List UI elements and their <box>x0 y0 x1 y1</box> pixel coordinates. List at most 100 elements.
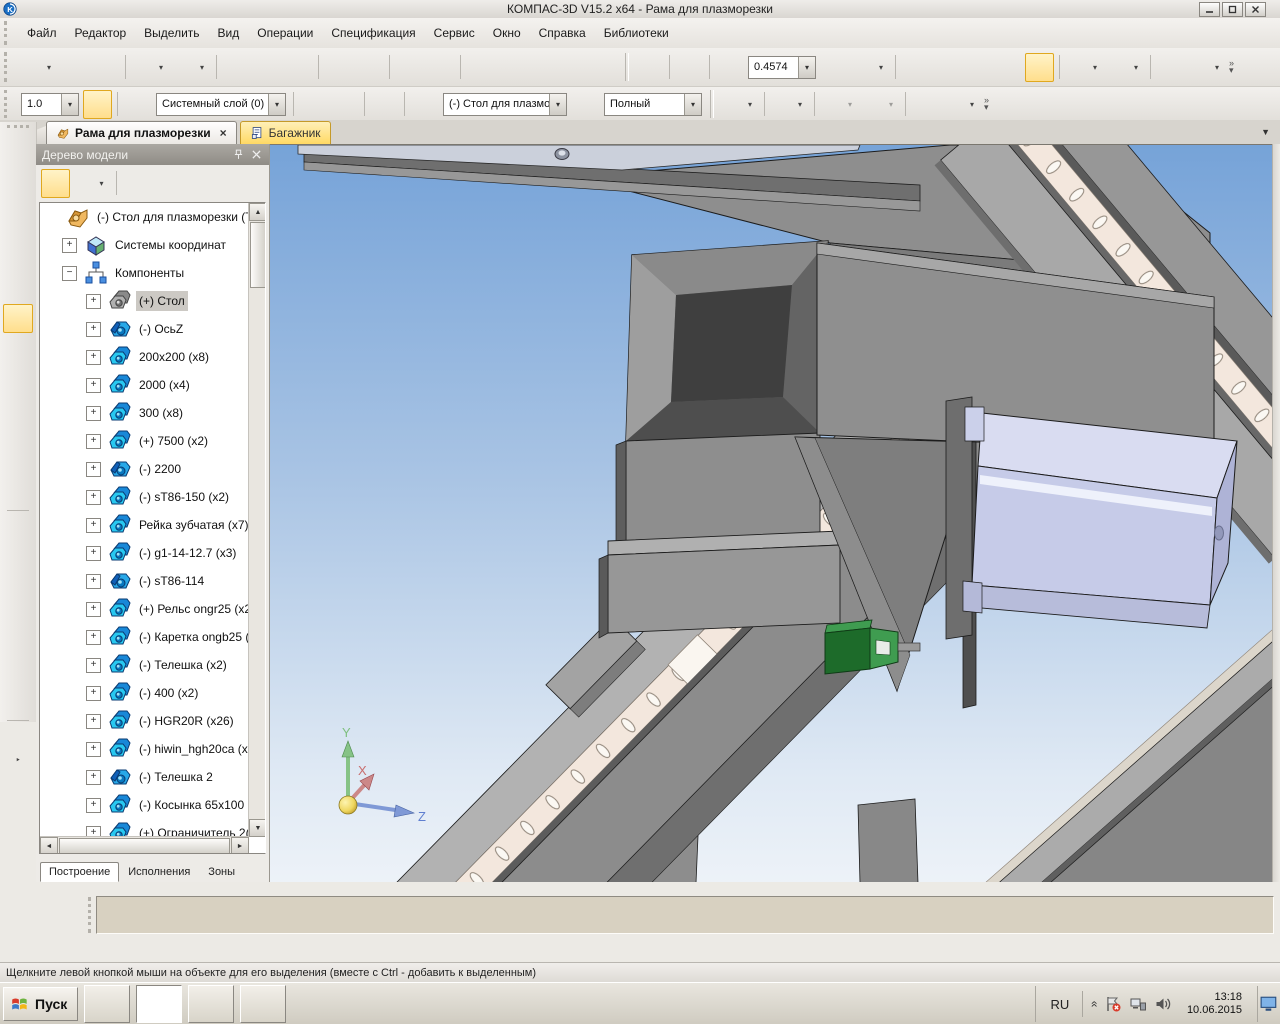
tree-item[interactable]: + (-) Косынка 65x100 ( <box>40 791 249 819</box>
tree-relations-button[interactable] <box>153 169 182 198</box>
taskbar-kompas-button[interactable] <box>136 985 183 1023</box>
tree-expand-toggle[interactable]: − <box>62 265 77 281</box>
perpendicular-plane-button[interactable] <box>3 543 33 572</box>
dimension-tolerance-button[interactable] <box>942 90 981 119</box>
layer-dropdown[interactable]: ▾ <box>268 93 285 115</box>
restore-button[interactable] <box>1222 2 1243 17</box>
tree-item[interactable]: + 200x200 (x8) <box>40 343 249 371</box>
tree-expand-toggle[interactable]: + <box>86 489 101 505</box>
new-document-button[interactable] <box>19 53 58 82</box>
tree-item[interactable]: + 2000 (x4) <box>40 371 249 399</box>
tray-expand-icon[interactable]: » <box>1087 1001 1101 1008</box>
tree-expand-toggle[interactable]: + <box>86 713 101 729</box>
pin-panel-icon[interactable] <box>232 148 245 161</box>
layers-button[interactable] <box>123 90 152 119</box>
zoom-window-button[interactable] <box>675 53 704 82</box>
tree-item[interactable]: + (-) hiwin_hgh20ca (x4 <box>40 735 249 763</box>
wireframe-mode-button[interactable] <box>901 53 930 82</box>
tree-item[interactable]: + (-) Телешка (x2) <box>40 651 249 679</box>
taskbar-chrome-button[interactable] <box>84 985 131 1023</box>
layer-combo[interactable]: Системный слой (0) ▾ <box>156 92 286 116</box>
current-component-combo[interactable]: (-) Стол для плазмо ▾ <box>443 92 567 116</box>
display-simplify-button[interactable] <box>1065 53 1104 82</box>
toolbar1-grip[interactable] <box>4 51 14 83</box>
open-document-button[interactable] <box>60 53 89 82</box>
menu-item[interactable]: Редактор <box>66 22 136 44</box>
toolbar2-overflow[interactable]: » ▾ <box>984 96 989 112</box>
spline-curve-button[interactable] <box>3 188 33 217</box>
tree-item[interactable]: + Рейка зубчатая (x7) <box>40 511 249 539</box>
properties-button[interactable] <box>355 53 384 82</box>
detail-level-button[interactable] <box>571 90 600 119</box>
points-button[interactable] <box>3 246 33 275</box>
minimize-button[interactable] <box>1199 2 1220 17</box>
scroll-up-icon[interactable]: ▲ <box>249 203 265 221</box>
hidden-lines-mode-button[interactable] <box>932 53 961 82</box>
save-button[interactable] <box>91 53 120 82</box>
sheet-body-button[interactable] <box>3 478 33 507</box>
rotate-view-button[interactable] <box>820 53 849 82</box>
tree-expand-toggle[interactable]: + <box>86 769 101 785</box>
section-view-button[interactable] <box>720 90 759 119</box>
step-dropdown[interactable]: ▾ <box>61 93 78 115</box>
local-csys-button[interactable] <box>3 688 33 717</box>
tree-item[interactable]: + (-) 2200 <box>40 455 249 483</box>
report-button[interactable] <box>3 420 33 449</box>
menu-item[interactable]: Выделить <box>135 22 208 44</box>
collections-button[interactable] <box>3 304 33 333</box>
tree-expand-toggle[interactable]: + <box>86 293 101 309</box>
tabbar-dropdown[interactable]: ▼ <box>1261 127 1270 137</box>
tree-item[interactable]: + (-) sT86-150 (x2) <box>40 483 249 511</box>
close-panel-icon[interactable] <box>250 148 263 161</box>
tree-item[interactable]: + (-) Телешка 2 <box>40 763 249 791</box>
tree-composition-button[interactable] <box>122 169 151 198</box>
hidden-lines-thin-button[interactable] <box>963 53 992 82</box>
renumber-button[interactable] <box>559 53 588 82</box>
menu-item[interactable]: Вид <box>209 22 249 44</box>
check-document-button[interactable] <box>3 449 33 478</box>
tree-expand-toggle[interactable]: + <box>86 321 101 337</box>
snap-settings-button[interactable] <box>83 89 112 119</box>
tree-item[interactable]: − Компоненты <box>40 259 249 287</box>
tree-expand-toggle[interactable]: + <box>86 349 101 365</box>
axes-display-button[interactable] <box>370 90 399 119</box>
tree-expand-toggle[interactable]: + <box>86 601 101 617</box>
detail-level-combo[interactable]: Полный ▾ <box>604 92 702 116</box>
start-button[interactable]: Пуск <box>3 987 79 1021</box>
tree-expand-toggle[interactable]: + <box>86 685 101 701</box>
zoom-scale-combo[interactable]: 0.4574 ▾ <box>748 55 816 79</box>
scroll-right-icon[interactable]: ► <box>231 837 249 853</box>
paste-button[interactable] <box>284 53 313 82</box>
close-button[interactable] <box>1245 2 1266 17</box>
shaded-mode-button[interactable] <box>994 53 1023 82</box>
tangent-plane-button[interactable] <box>3 630 33 659</box>
variables-button[interactable] <box>528 53 557 82</box>
tree-bottom-tab[interactable]: Исполнения <box>119 862 199 882</box>
network-icon[interactable] <box>1129 995 1147 1013</box>
operation-rounding-button[interactable] <box>820 90 859 119</box>
solid-box-button[interactable] <box>3 159 33 188</box>
measure-button[interactable] <box>911 90 940 119</box>
tree-bottom-tab[interactable]: Зоны <box>199 862 244 882</box>
tree-sections-button[interactable] <box>72 169 111 198</box>
tree-expand-toggle[interactable]: + <box>86 797 101 813</box>
menu-item[interactable]: Библиотеки <box>595 22 678 44</box>
menu-item[interactable]: Сервис <box>425 22 484 44</box>
pan-view-button[interactable] <box>851 53 890 82</box>
tree-item[interactable]: + (+) Ограничитель 2( <box>40 819 249 837</box>
specification-button[interactable] <box>3 391 33 420</box>
zoom-scale-dropdown[interactable]: ▾ <box>798 56 815 78</box>
tree-item[interactable]: (-) Стол для плазморезки (Тел-0 <box>40 203 249 231</box>
taskbar-files-button[interactable] <box>188 985 235 1023</box>
menu-item[interactable]: Спецификация <box>322 22 424 44</box>
display-params-button[interactable] <box>1106 53 1145 82</box>
tree-item[interactable]: + (+) 7500 (x2) <box>40 427 249 455</box>
menu-item[interactable]: Окно <box>484 22 530 44</box>
sketch-3d-button[interactable] <box>330 90 359 119</box>
scroll-left-icon[interactable]: ◄ <box>40 837 58 853</box>
tree-item[interactable]: + (+) Рельс ongr25 (x2 <box>40 595 249 623</box>
tree-item[interactable]: + (+) Стол <box>40 287 249 315</box>
print-preview-button[interactable] <box>172 53 211 82</box>
orientation-button[interactable] <box>1187 53 1226 82</box>
menu-item[interactable]: Операции <box>248 22 322 44</box>
